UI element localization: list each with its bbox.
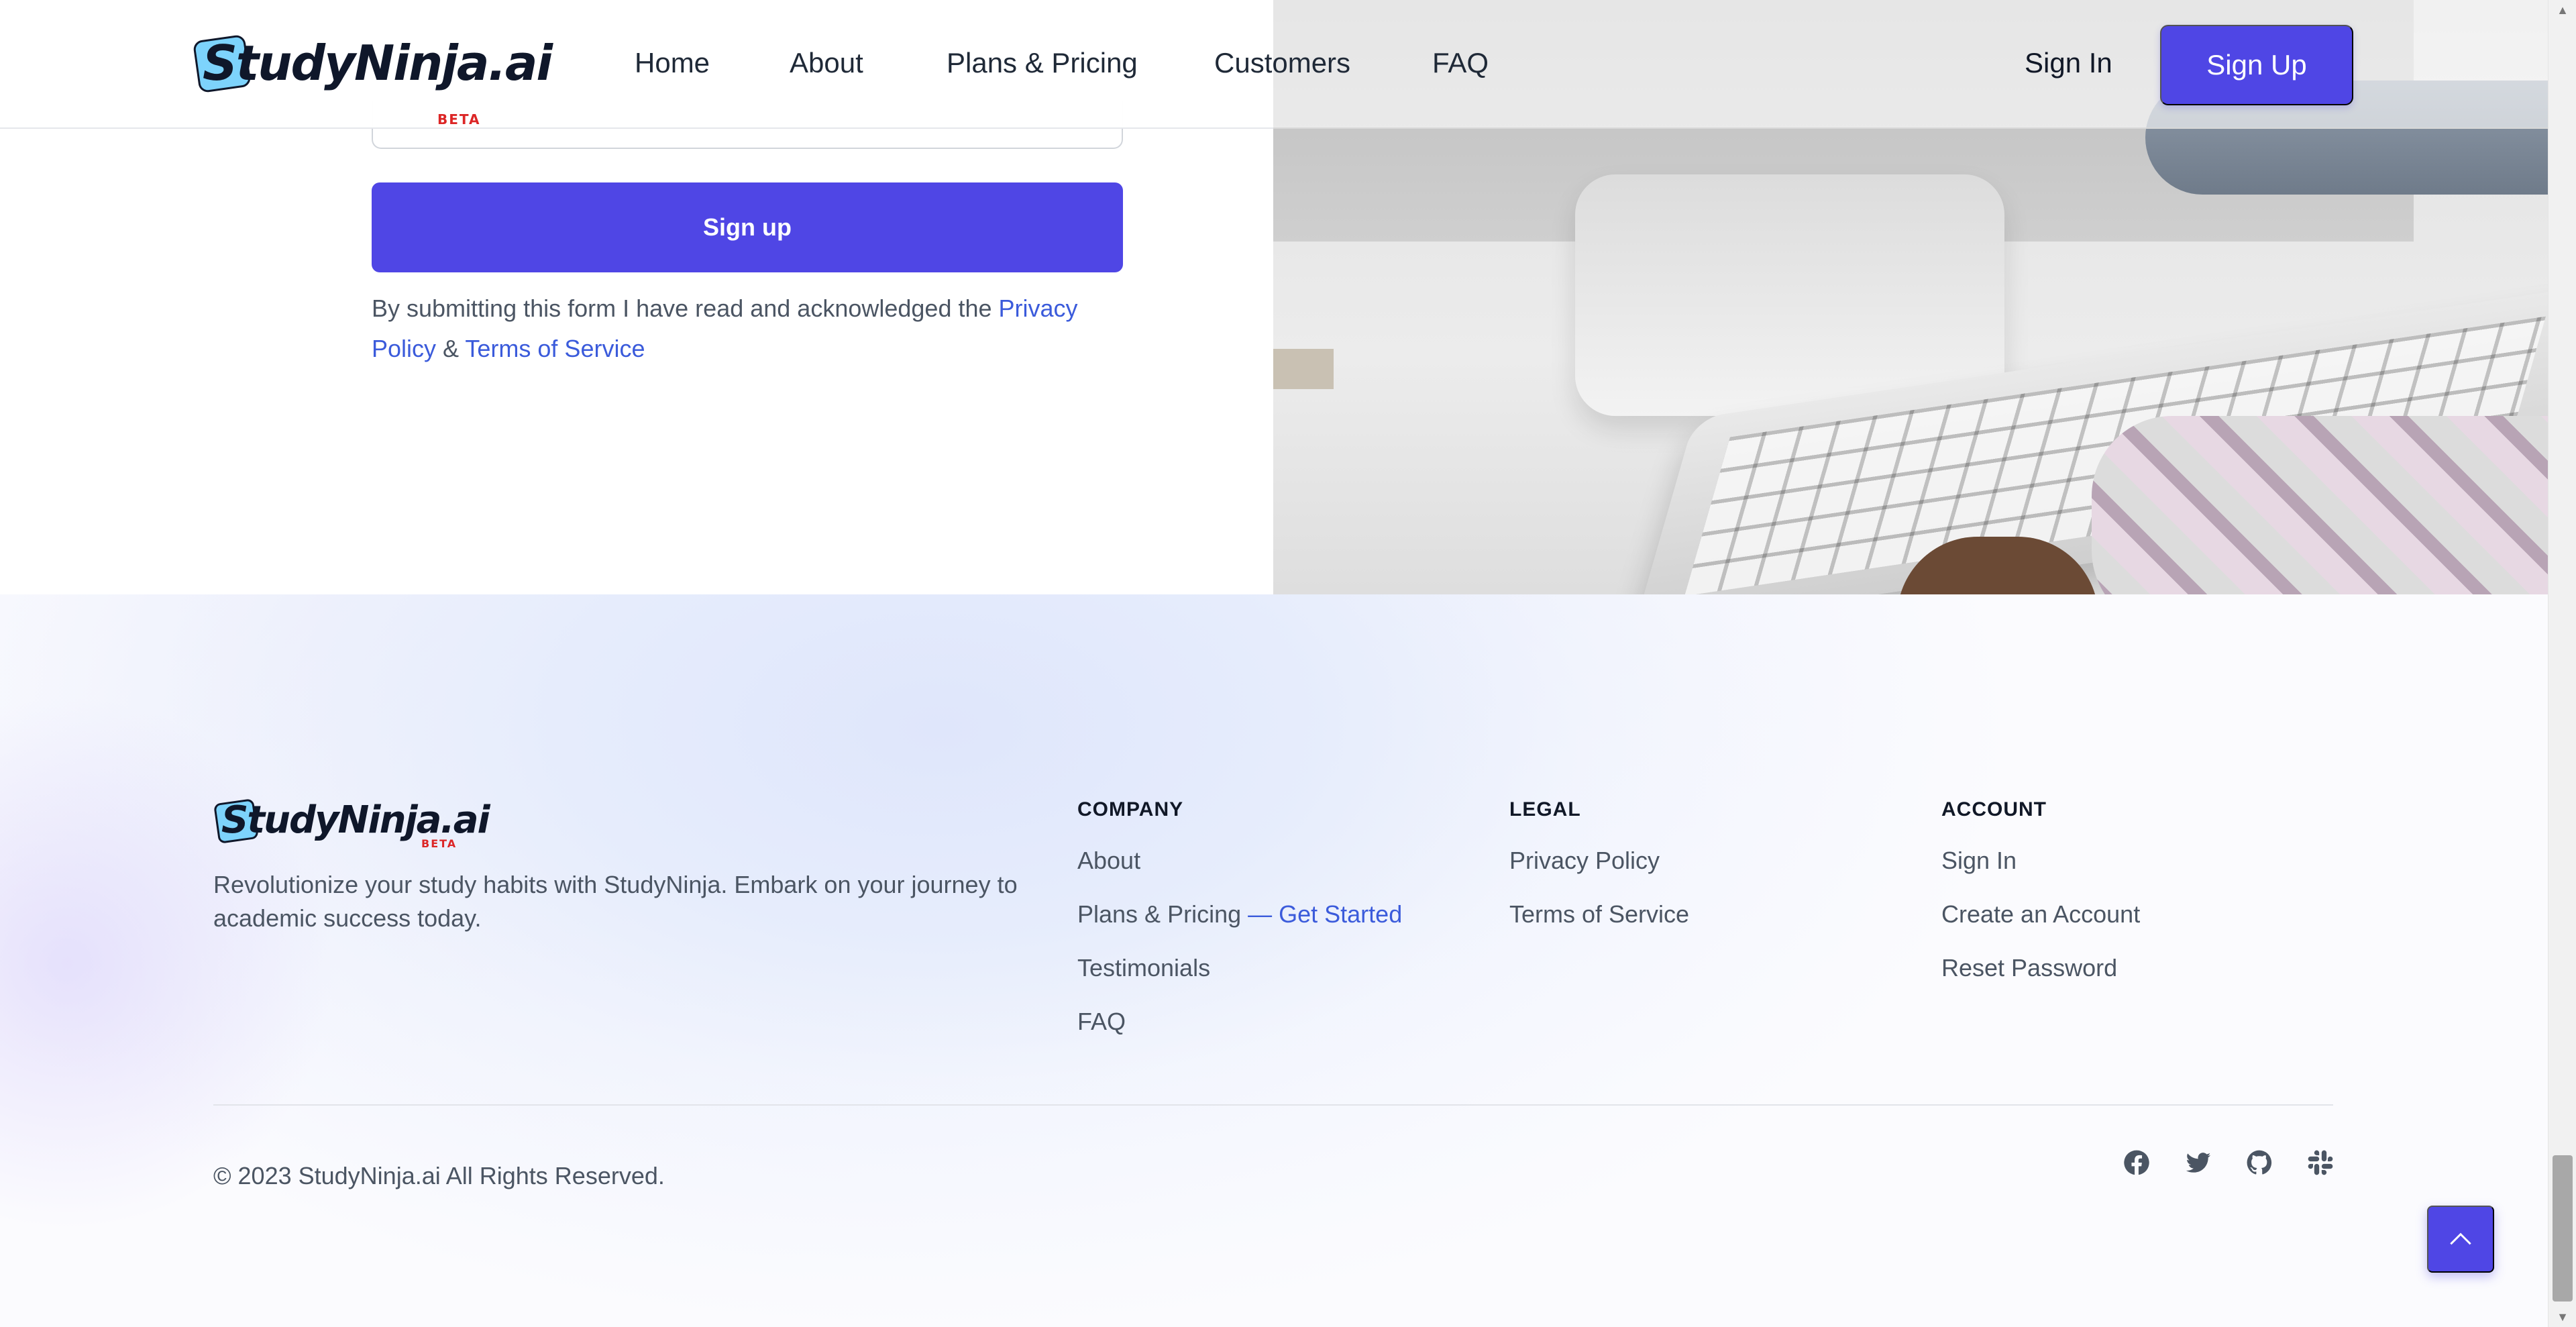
github-icon[interactable] (2244, 1147, 2275, 1178)
footer-tagline: Revolutionize your study habits with Stu… (213, 871, 1018, 932)
site-header: StudyNinja.ai BETA Home About Plans & Pr… (0, 0, 2548, 129)
page-scrollbar[interactable]: ▲ ▼ (2548, 0, 2576, 1327)
twitter-icon[interactable] (2183, 1147, 2214, 1178)
plans-pricing-text: Plans & Pricing (1077, 900, 1242, 928)
footer-create-account-link[interactable]: Create an Account (1941, 900, 2140, 928)
footer-terms-link[interactable]: Terms of Service (1509, 900, 1689, 928)
beta-badge: BETA (421, 837, 458, 850)
chevron-up-icon (2450, 1232, 2471, 1245)
disclaimer-text: By submitting this form I have read and … (372, 295, 999, 322)
legal-heading: LEGAL (1509, 798, 1581, 820)
nav-faq[interactable]: FAQ (1432, 47, 1489, 79)
get-started-text: — Get Started (1241, 900, 1403, 928)
scrollbar-thumb[interactable] (2553, 1155, 2573, 1302)
footer-testimonials-link[interactable]: Testimonials (1077, 954, 1210, 982)
facebook-icon[interactable] (2121, 1147, 2152, 1178)
nav-customers[interactable]: Customers (1214, 47, 1350, 79)
footer-about-link[interactable]: About (1077, 847, 1140, 875)
logo-text: StudyNinja.ai (203, 35, 553, 91)
nav-about[interactable]: About (790, 47, 863, 79)
signup-submit-button[interactable]: Sign up (372, 182, 1123, 272)
scroll-down-arrow-icon[interactable]: ▼ (2548, 1307, 2576, 1327)
logo-text: StudyNinja.ai (221, 798, 490, 842)
nav-plans-pricing[interactable]: Plans & Pricing (947, 47, 1138, 79)
signup-disclaimer: By submitting this form I have read and … (372, 288, 1123, 369)
account-heading: ACCOUNT (1941, 798, 2047, 820)
footer-logo[interactable]: StudyNinja.ai BETA (213, 797, 490, 851)
company-heading: COMPANY (1077, 798, 1184, 820)
header-sign-in-link[interactable]: Sign In (2025, 47, 2112, 79)
header-logo[interactable]: StudyNinja.ai BETA (192, 32, 553, 127)
nav-home[interactable]: Home (635, 47, 710, 79)
footer-privacy-link[interactable]: Privacy Policy (1509, 847, 1660, 875)
footer-divider (213, 1104, 2333, 1106)
footer-reset-password-link[interactable]: Reset Password (1941, 954, 2117, 982)
terms-of-service-link[interactable]: Terms of Service (465, 335, 645, 362)
copyright-text: © 2023 StudyNinja.ai All Rights Reserved… (213, 1162, 665, 1189)
disclaimer-and: & (436, 335, 466, 362)
footer-sign-in-link[interactable]: Sign In (1941, 847, 2017, 875)
site-footer (0, 594, 2548, 1327)
footer-plans-pricing-link[interactable]: Plans & Pricing — Get Started (1077, 900, 1402, 928)
scroll-to-top-button[interactable] (2427, 1206, 2494, 1273)
header-sign-up-button[interactable]: Sign Up (2160, 25, 2353, 105)
footer-faq-link[interactable]: FAQ (1077, 1008, 1126, 1036)
slack-icon[interactable] (2305, 1147, 2336, 1178)
beta-badge: BETA (437, 111, 481, 127)
scroll-up-arrow-icon[interactable]: ▲ (2548, 0, 2576, 20)
